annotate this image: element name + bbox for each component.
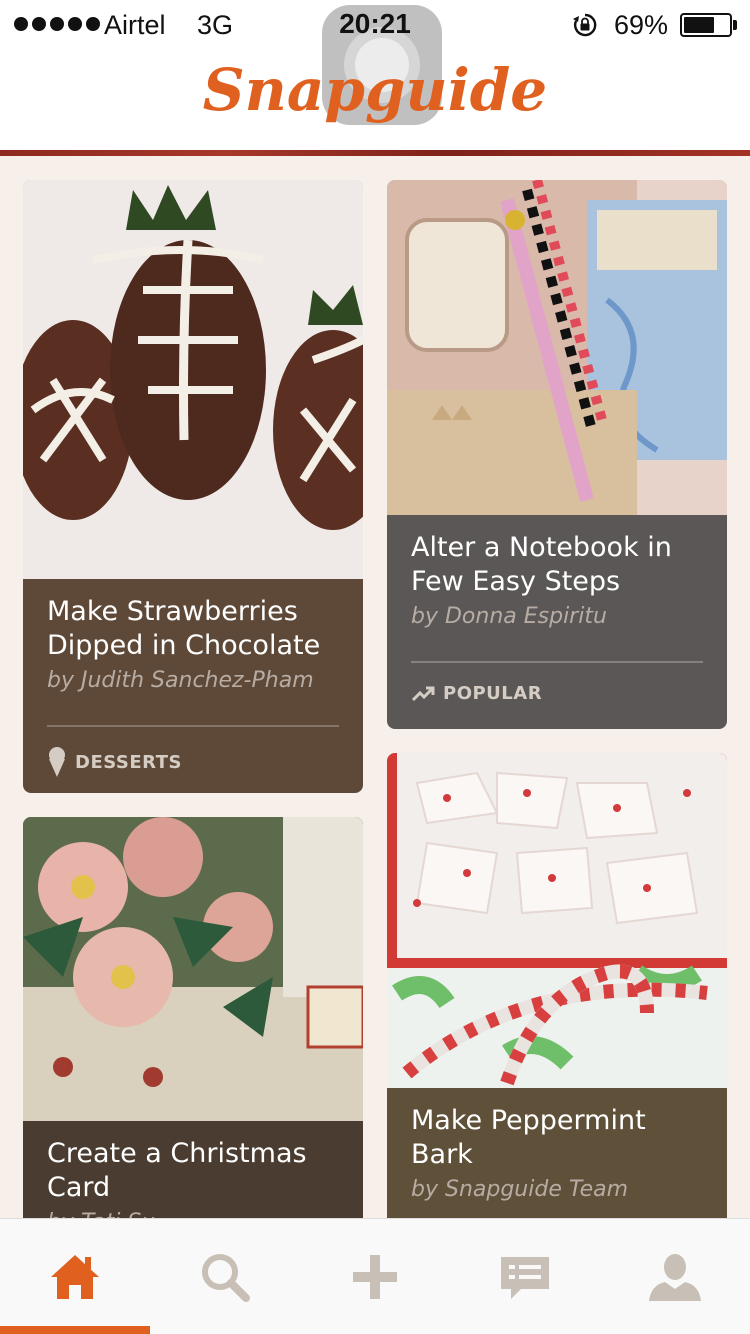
app-logo: Snapguide <box>202 56 548 124</box>
search-icon <box>202 1254 250 1302</box>
card-title: Make Strawberries Dipped in Chocolate <box>47 596 321 661</box>
home-icon <box>51 1255 99 1299</box>
guide-feed[interactable]: Make Strawberries Dipped in Chocolate by… <box>0 156 750 1218</box>
card-body: Alter a Notebook in Few Easy Steps by Do… <box>387 515 727 704</box>
tab-profile[interactable] <box>600 1219 750 1334</box>
card-body: Make Peppermint Bark by Snapguide Team <box>387 1088 727 1206</box>
card-divider <box>411 661 703 663</box>
card-category-label: DESSERTS <box>75 751 182 773</box>
bottom-tab-bar <box>0 1218 750 1334</box>
card-category[interactable]: DESSERTS <box>47 747 339 777</box>
card-divider <box>47 725 339 727</box>
card-image-strawberries <box>23 180 363 579</box>
trending-icon <box>411 686 435 701</box>
card-title: Create a Christmas Card <box>47 1138 307 1203</box>
card-category-label: POPULAR <box>443 683 543 704</box>
card-body: Create a Christmas Card by Tati Su <box>23 1121 363 1218</box>
card-author[interactable]: by Snapguide Team <box>411 1174 703 1206</box>
status-time: 20:21 <box>339 8 411 39</box>
profile-icon <box>649 1254 701 1301</box>
card-author[interactable]: by Judith Sanchez-Pham <box>47 665 339 697</box>
app-header: Snapguide <box>0 50 750 150</box>
tab-home[interactable] <box>0 1219 150 1334</box>
card-title: Make Peppermint Bark <box>411 1105 646 1170</box>
card-body: Make Strawberries Dipped in Chocolate by… <box>23 579 363 777</box>
card-author[interactable]: by Donna Espiritu <box>411 601 703 633</box>
guide-card-christmas-card[interactable]: Create a Christmas Card by Tati Su <box>23 817 363 1218</box>
active-tab-indicator <box>0 1326 150 1334</box>
ice-cream-icon <box>49 747 65 777</box>
card-image-notebook <box>387 180 727 515</box>
card-category[interactable]: POPULAR <box>411 683 703 704</box>
tab-messages[interactable] <box>450 1219 600 1334</box>
tab-create[interactable] <box>300 1219 450 1334</box>
card-author[interactable]: by Tati Su <box>47 1207 339 1218</box>
guide-card-notebook[interactable]: Alter a Notebook in Few Easy Steps by Do… <box>387 180 727 729</box>
guide-card-peppermint-bark[interactable]: Make Peppermint Bark by Snapguide Team <box>387 753 727 1218</box>
tab-search[interactable] <box>150 1219 300 1334</box>
card-image-christmas-card <box>23 817 363 1121</box>
guide-card-strawberries[interactable]: Make Strawberries Dipped in Chocolate by… <box>23 180 363 793</box>
messages-icon <box>501 1257 549 1299</box>
card-title: Alter a Notebook in Few Easy Steps <box>411 532 672 597</box>
card-image-peppermint-bark <box>387 753 727 1088</box>
plus-icon <box>353 1255 397 1299</box>
